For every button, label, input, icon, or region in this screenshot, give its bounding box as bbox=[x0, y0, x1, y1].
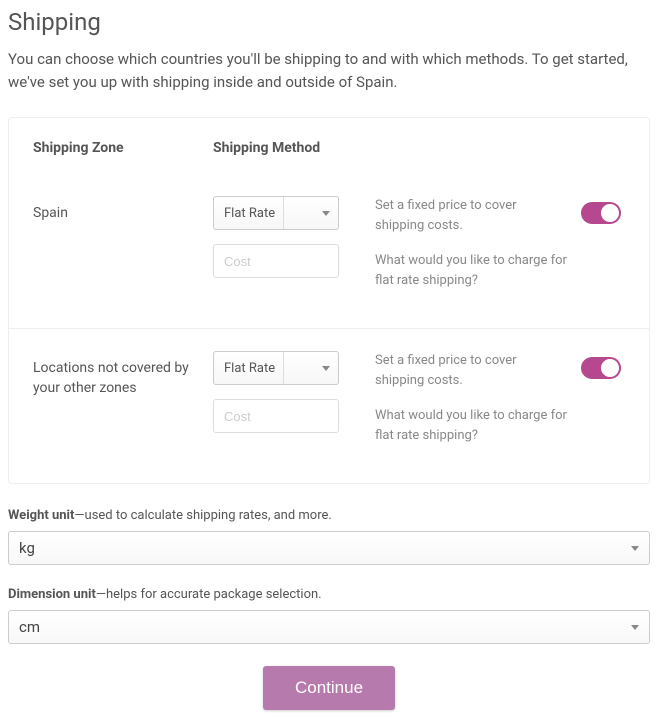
weight-unit-select[interactable]: kg bbox=[8, 531, 650, 565]
zone-row: Locations not covered by your other zone… bbox=[9, 328, 649, 483]
dimension-unit-select[interactable]: cm bbox=[8, 610, 650, 644]
zone-row: Spain Flat Rate Set a fixed price to cov… bbox=[9, 196, 649, 328]
chevron-down-icon bbox=[631, 546, 639, 551]
zone-enable-toggle[interactable] bbox=[581, 357, 621, 379]
zone-name: Locations not covered by your other zone… bbox=[33, 351, 213, 398]
page-title: Shipping bbox=[8, 8, 650, 36]
shipping-zones-card: Shipping Zone Shipping Method Spain Flat… bbox=[8, 117, 650, 484]
weight-unit-value: kg bbox=[19, 539, 35, 557]
continue-button[interactable]: Continue bbox=[263, 666, 395, 710]
zone-name: Spain bbox=[33, 196, 213, 224]
dimension-unit-label: Dimension unit—helps for accurate packag… bbox=[8, 587, 650, 602]
shipping-method-select[interactable]: Flat Rate bbox=[213, 351, 339, 385]
zones-header: Shipping Zone Shipping Method bbox=[9, 118, 649, 196]
zone-enable-toggle[interactable] bbox=[581, 202, 621, 224]
intro-text: You can choose which countries you'll be… bbox=[8, 48, 650, 93]
shipping-method-value: Flat Rate bbox=[224, 361, 275, 376]
cost-desc: What would you like to charge for flat r… bbox=[375, 406, 569, 445]
weight-unit-label: Weight unit—used to calculate shipping r… bbox=[8, 508, 650, 523]
method-desc: Set a fixed price to cover shipping cost… bbox=[375, 196, 569, 235]
chevron-down-icon bbox=[322, 211, 330, 216]
col-header-zone: Shipping Zone bbox=[33, 140, 213, 156]
col-header-method: Shipping Method bbox=[213, 140, 320, 156]
cost-input[interactable] bbox=[213, 399, 339, 433]
cost-input[interactable] bbox=[213, 244, 339, 278]
chevron-down-icon bbox=[322, 366, 330, 371]
method-desc: Set a fixed price to cover shipping cost… bbox=[375, 351, 569, 390]
chevron-down-icon bbox=[631, 625, 639, 630]
shipping-method-value: Flat Rate bbox=[224, 206, 275, 221]
shipping-method-select[interactable]: Flat Rate bbox=[213, 196, 339, 230]
cost-desc: What would you like to charge for flat r… bbox=[375, 251, 569, 290]
dimension-unit-value: cm bbox=[19, 618, 40, 636]
